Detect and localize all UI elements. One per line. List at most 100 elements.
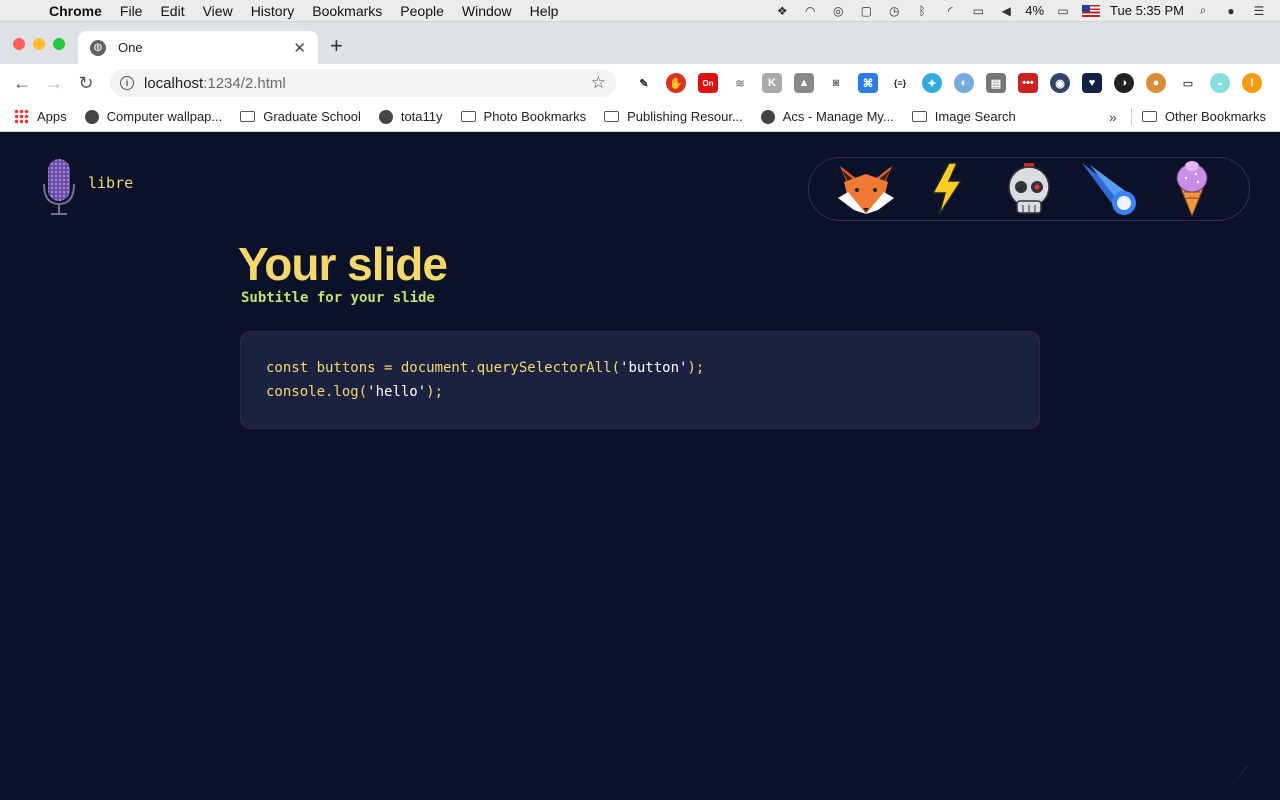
code-string-token: 'button' (620, 360, 688, 376)
ice-cream-icon[interactable] (1160, 159, 1224, 219)
bookmark-label: Computer wallpap... (106, 109, 223, 124)
volume-icon[interactable]: ◀ (997, 4, 1015, 18)
menu-history[interactable]: History (242, 3, 304, 19)
code-token: const buttons = document.querySelectorAl… (266, 360, 621, 376)
extensions-area: ✎ ✋ On ≋ K ▲ ◙ ⌘ {≡} ✦ ◐ ▤ ••• ◉ ♥ ◑ ● ▭… (634, 73, 1262, 93)
menu-app-name[interactable]: Chrome (40, 3, 111, 19)
siri-icon[interactable]: ● (1222, 4, 1240, 18)
bookmark-photo-bookmarks[interactable]: Photo Bookmarks (460, 109, 587, 124)
bookmark-label: tota11y (400, 109, 443, 124)
lastpass-extension-icon[interactable]: ••• (1018, 73, 1038, 93)
libre-logo[interactable]: libre (42, 158, 133, 216)
wifi-icon[interactable]: ◜ (941, 4, 959, 18)
bookmark-label: Apps (37, 109, 67, 124)
bookmark-image-search[interactable]: Image Search (911, 109, 1016, 124)
more-bookmarks-chevron-icon[interactable]: » (1109, 109, 1117, 125)
bookmark-computer-wallpaper[interactable]: Computer wallpap... (84, 109, 223, 124)
bookmark-publishing-resources[interactable]: Publishing Resour... (604, 109, 743, 124)
skull-icon[interactable] (997, 159, 1061, 219)
tab-active[interactable]: ◍ One ✕ (78, 31, 318, 64)
window-minimize-button[interactable] (33, 38, 45, 50)
logo-text: libre (88, 174, 134, 192)
notification-center-icon[interactable]: ☰ (1250, 4, 1268, 18)
bookmark-label: Graduate School (263, 109, 361, 124)
address-bar[interactable]: i localhost:1234/2.html ☆ (110, 69, 616, 97)
battery-icon[interactable]: ▭ (1054, 4, 1072, 18)
camera-extension-icon[interactable]: ◙ (826, 73, 846, 93)
bookmark-label: Publishing Resour... (627, 109, 743, 124)
hyphen-extension-icon[interactable]: K (762, 73, 782, 93)
reload-button[interactable]: ↻ (70, 73, 102, 94)
update-alert-icon[interactable]: ! (1242, 73, 1262, 93)
folder-icon (1141, 111, 1157, 122)
bookmark-tota11y[interactable]: tota11y (378, 109, 443, 124)
cast-icon[interactable]: ▭ (1178, 73, 1198, 93)
notes-icon[interactable]: ▢ (857, 4, 875, 18)
battery-percent: 4% (1025, 3, 1045, 18)
site-info-icon[interactable]: i (120, 76, 134, 90)
color-picker-extension-icon[interactable]: ◉ (1050, 73, 1070, 93)
bookmark-acs[interactable]: Acs - Manage My... (760, 109, 894, 124)
window-zoom-button[interactable] (53, 38, 65, 50)
folder-icon (911, 111, 927, 122)
slide-subtitle: Subtitle for your slide (241, 290, 435, 306)
input-source-flag-icon[interactable] (1082, 4, 1101, 17)
tab-close-icon[interactable]: ✕ (293, 39, 306, 57)
code-line-2: console.log('hello'); (266, 380, 1014, 404)
folder-icon (240, 111, 256, 122)
drive-extension-icon[interactable]: ▲ (794, 73, 814, 93)
forward-button[interactable]: → (38, 73, 70, 94)
other-bookmarks-label: Other Bookmarks (1164, 109, 1266, 124)
menu-bookmarks[interactable]: Bookmarks (303, 3, 391, 19)
chart-extension-icon[interactable]: ▤ (986, 73, 1006, 93)
microphone-icon (43, 159, 75, 215)
wave-extension-icon[interactable]: ≋ (730, 73, 750, 93)
menu-file[interactable]: File (111, 3, 152, 19)
menu-window[interactable]: Window (453, 3, 521, 19)
drive-icon[interactable]: ◠ (801, 4, 819, 18)
on-extension-icon[interactable]: On (698, 73, 718, 93)
json-extension-icon[interactable]: {≡} (890, 73, 910, 93)
ghost-extension-icon[interactable]: ✦ (922, 73, 942, 93)
profile-avatar-icon[interactable]: ◒ (1210, 73, 1230, 93)
bookmarks-bar: Apps Computer wallpap... Graduate School… (0, 102, 1280, 132)
airplay-icon[interactable]: ▭ (969, 4, 987, 18)
slide-title: Your slide (238, 238, 448, 290)
comet-icon[interactable] (1079, 159, 1143, 219)
slide-nav-icon[interactable]: ⟋ (1238, 764, 1252, 780)
url-host: localhost (144, 74, 204, 92)
menu-view[interactable]: View (194, 3, 242, 19)
window-close-button[interactable] (13, 38, 25, 50)
new-tab-button[interactable]: + (330, 35, 343, 57)
fox-icon[interactable] (834, 159, 898, 219)
menu-edit[interactable]: Edit (151, 3, 193, 19)
back-button[interactable]: ← (6, 73, 38, 94)
dark-mode-extension-icon[interactable]: ◑ (1114, 73, 1134, 93)
tab-title: One (118, 40, 143, 55)
eyedropper-extension-icon[interactable]: ✎ (634, 73, 654, 93)
dropbox-icon[interactable]: ❖ (773, 4, 791, 18)
other-bookmarks[interactable]: Other Bookmarks (1141, 109, 1266, 124)
time-machine-icon[interactable]: ◷ (885, 4, 903, 18)
translate-extension-icon[interactable]: ⌘ (858, 73, 878, 93)
creative-cloud-icon[interactable]: ◎ (829, 4, 847, 18)
bookmark-star-icon[interactable]: ☆ (591, 73, 606, 93)
bookmark-label: Photo Bookmarks (483, 109, 587, 124)
bookmark-label: Acs - Manage My... (782, 109, 894, 124)
clock[interactable]: Tue 5:35 PM (1110, 3, 1184, 18)
code-token: ); (687, 360, 705, 376)
bookmark-apps[interactable]: Apps (14, 109, 67, 124)
ublock-extension-icon[interactable]: ✋ (666, 73, 686, 93)
folder-icon (604, 111, 620, 122)
browser-toolbar: ← → ↻ i localhost:1234/2.html ☆ ✎ ✋ On ≋… (0, 64, 1280, 102)
cookie-extension-icon[interactable]: ● (1146, 73, 1166, 93)
bluetooth-icon[interactable]: ᛒ (913, 4, 931, 18)
opera-extension-icon[interactable]: ◐ (954, 73, 974, 93)
bookmark-graduate-school[interactable]: Graduate School (240, 109, 361, 124)
apps-grid-icon (14, 109, 29, 124)
lightning-icon[interactable] (915, 159, 979, 219)
menu-help[interactable]: Help (521, 3, 568, 19)
heart-extension-icon[interactable]: ♥ (1082, 73, 1102, 93)
spotlight-search-icon[interactable]: ⌕ (1194, 3, 1212, 18)
menu-people[interactable]: People (391, 3, 453, 19)
